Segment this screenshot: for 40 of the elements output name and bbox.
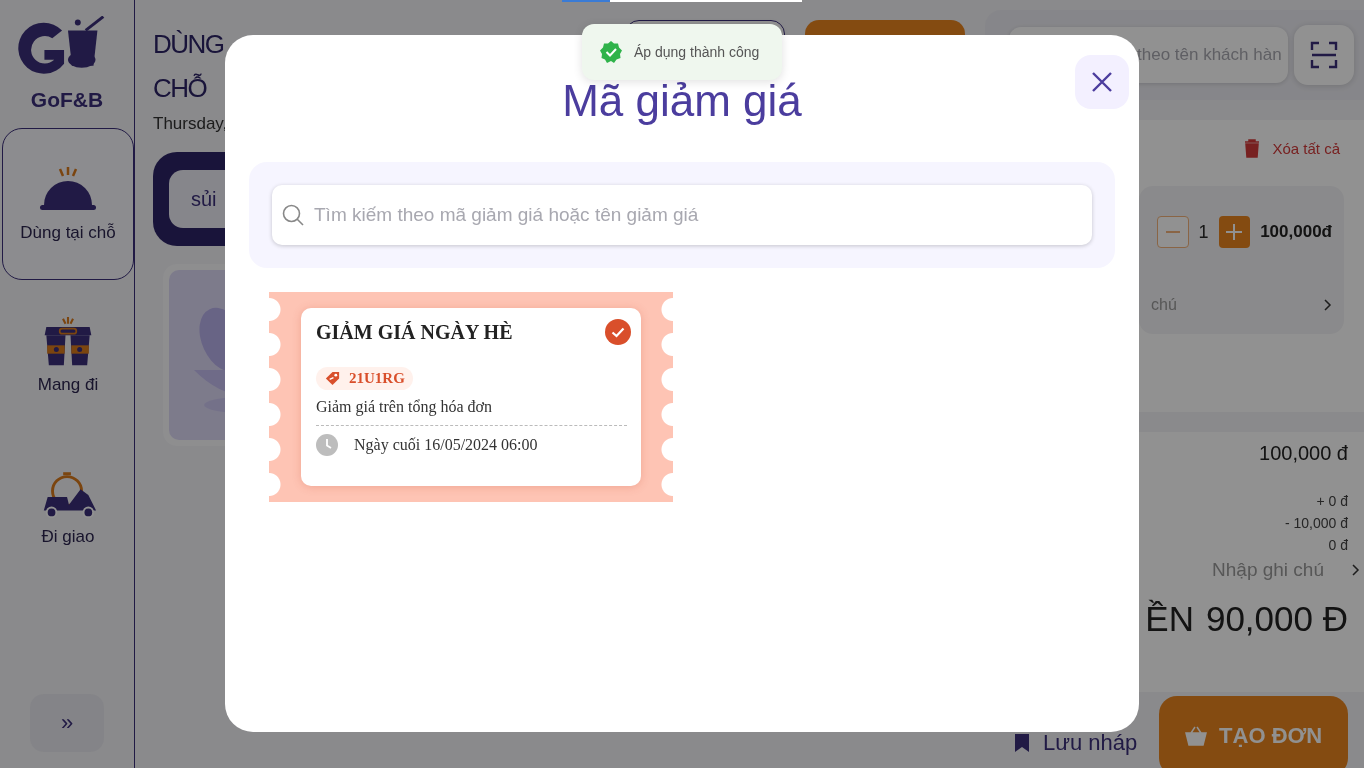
- clock-icon: [316, 434, 338, 456]
- toast-text: Áp dụng thành công: [634, 44, 760, 60]
- nav-item[interactable]: Mang đi: [2, 280, 134, 432]
- close-button[interactable]: [1075, 55, 1129, 109]
- expand-button[interactable]: »: [30, 694, 104, 752]
- scan-icon: [1310, 41, 1338, 69]
- logo-text: GoF&B: [30, 88, 104, 112]
- voucher-expiry: Ngày cuối 16/05/2024 06:00: [354, 436, 538, 454]
- total-label: ỀN: [1145, 599, 1194, 639]
- basket-icon: [1185, 726, 1208, 746]
- nav-item[interactable]: Dùng tại chỗ: [2, 128, 134, 280]
- total-value: 90,000 Đ: [1205, 599, 1348, 639]
- voucher-title: GIẢM GIÁ NGÀY HÈ: [316, 320, 513, 344]
- subtotal-value: 100,000 đ: [1259, 442, 1348, 465]
- summary-value: - 10,000 đ: [1284, 515, 1348, 531]
- item-price: 100,000đ: [1260, 222, 1332, 242]
- save-draft-button[interactable]: Lưu nháp: [1015, 702, 1138, 756]
- minus-icon: [1165, 231, 1180, 233]
- voucher-code-tag: 21U1RG: [316, 367, 413, 390]
- plus-icon: [1226, 224, 1243, 240]
- page-title: DÙNG CHỖ: [153, 28, 225, 105]
- chevron-right-icon: [1324, 299, 1332, 311]
- chevron-right-icon: [1352, 564, 1360, 576]
- voucher-search-field[interactable]: Tìm kiếm theo mã giảm giá hoặc tên giảm giá: [272, 185, 1092, 245]
- summary-value: 0 đ: [1328, 537, 1348, 553]
- dialog-title: Mã giảm giá: [562, 76, 802, 126]
- check-badge-icon: [600, 41, 622, 63]
- date-text: Thursday,: [153, 114, 228, 134]
- scan-button[interactable]: [1294, 25, 1354, 85]
- order-note-row[interactable]: Nhập ghi chú: [1212, 559, 1360, 581]
- search-icon: [282, 204, 304, 226]
- voucher-description: Giảm giá trên tổng hóa đơn: [316, 398, 493, 416]
- close-icon: [1092, 72, 1112, 92]
- nav-item[interactable]: Đi giao: [2, 432, 134, 584]
- clear-all-button[interactable]: Xóa tất cả: [1242, 138, 1340, 158]
- tag-icon: [324, 370, 341, 387]
- summary-value: + 0 đ: [1316, 493, 1348, 509]
- voucher-card[interactable]: GIẢM GIÁ NGÀY HÈ 21U1RG Giảm giá trên tổng hóa đơn Ngày cuối 16/05/2024 06:00: [269, 292, 673, 502]
- bookmark-icon: [1015, 734, 1029, 752]
- quantity-text: 1: [1198, 221, 1209, 243]
